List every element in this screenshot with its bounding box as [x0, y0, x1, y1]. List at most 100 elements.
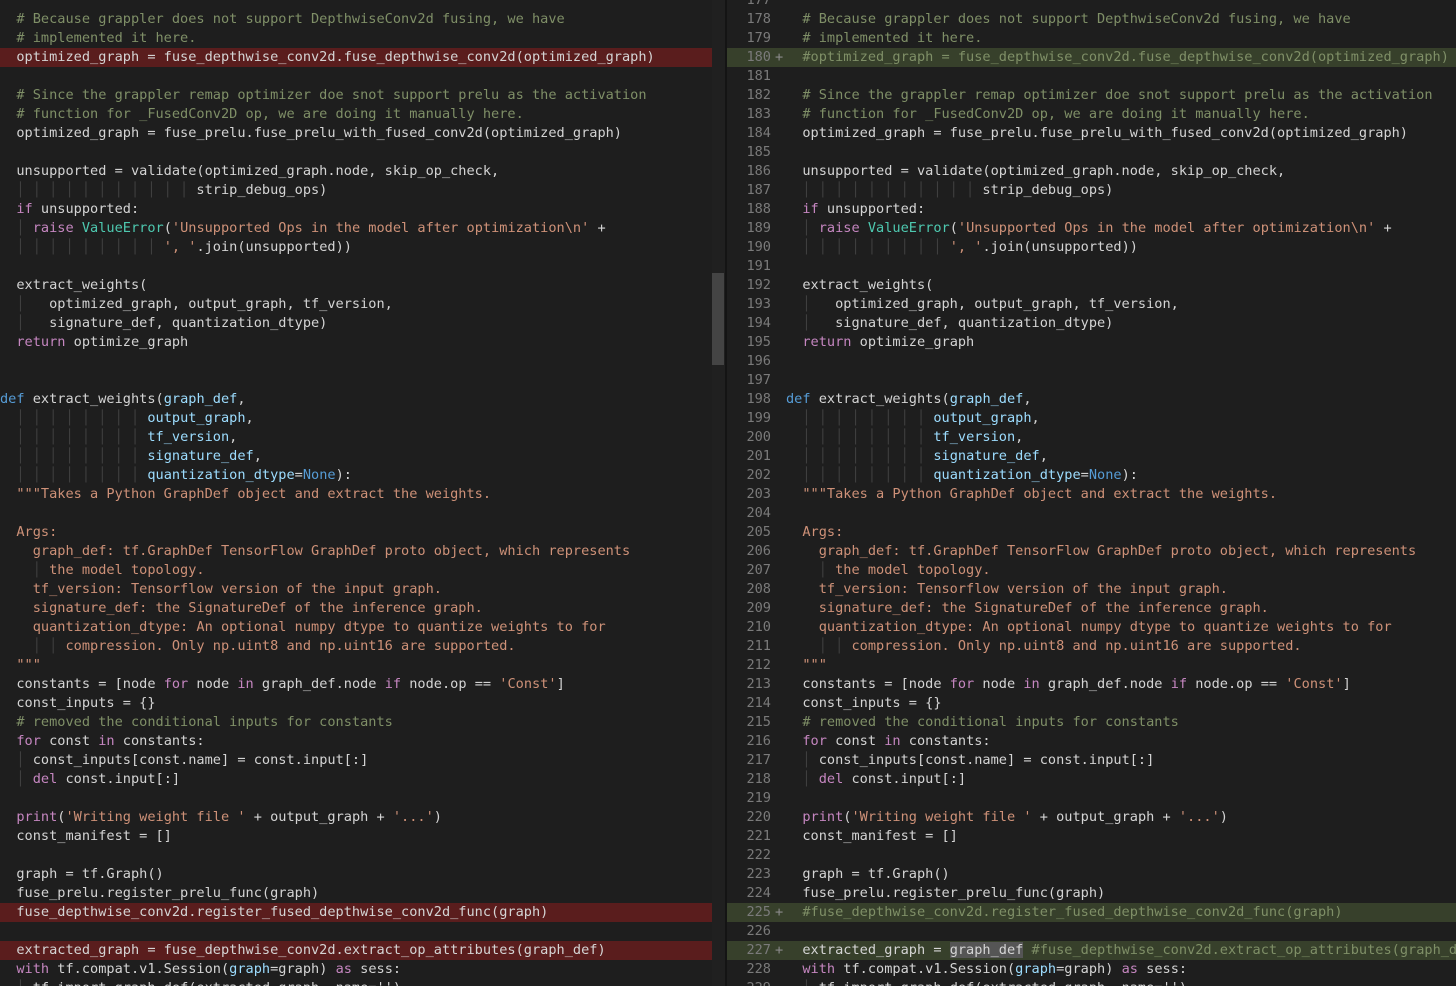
left-code-line[interactable]: extracted_graph = fuse_depthwise_conv2d.…	[0, 941, 712, 960]
left-code-line[interactable]: tf_version: Tensorflow version of the in…	[0, 580, 712, 599]
left-code-line[interactable]: │ signature_def, quantization_dtype)	[0, 314, 712, 333]
right-code-line[interactable]: 183 # function for _FusedConv2D op, we a…	[727, 105, 1456, 124]
left-code-line[interactable]	[0, 67, 712, 86]
left-code-line[interactable]: print('Writing weight file ' + output_gr…	[0, 808, 712, 827]
left-code-line[interactable]: fuse_depthwise_conv2d.register_fused_dep…	[0, 903, 712, 922]
right-code-line[interactable]: 184 optimized_graph = fuse_prelu.fuse_pr…	[727, 124, 1456, 143]
left-code-line[interactable]	[0, 352, 712, 371]
right-code-line[interactable]: 179 # implemented it here.	[727, 29, 1456, 48]
right-code-line[interactable]: 220 print('Writing weight file ' + outpu…	[727, 808, 1456, 827]
right-code-line[interactable]: 198 def extract_weights(graph_def,	[727, 390, 1456, 409]
left-code-line[interactable]: │ │ compression. Only np.uint8 and np.ui…	[0, 637, 712, 656]
right-code-line[interactable]: 219	[727, 789, 1456, 808]
left-code-line[interactable]: """Takes a Python GraphDef object and ex…	[0, 485, 712, 504]
left-code-line[interactable]	[0, 922, 712, 941]
left-code-line[interactable]: │ tf.import_graph_def(extracted_graph, n…	[0, 979, 712, 986]
right-code-line[interactable]: 197	[727, 371, 1456, 390]
right-code-line[interactable]: 206 graph_def: tf.GraphDef TensorFlow Gr…	[727, 542, 1456, 561]
left-code-line[interactable]: │ │ │ │ │ │ │ │ signature_def,	[0, 447, 712, 466]
right-code-line[interactable]: 182 # Since the grappler remap optimizer…	[727, 86, 1456, 105]
right-code-line[interactable]: 180 + #optimized_graph = fuse_depthwise_c…	[727, 48, 1456, 67]
left-code-line[interactable]	[0, 143, 712, 162]
right-code-line[interactable]: 221 const_manifest = []	[727, 827, 1456, 846]
left-code-line[interactable]: quantization_dtype: An optional numpy dt…	[0, 618, 712, 637]
right-code-line[interactable]: 205 Args:	[727, 523, 1456, 542]
right-code-line[interactable]: 202 │ │ │ │ │ │ │ │ quantization_dtype=N…	[727, 466, 1456, 485]
left-pane-scroll-thumb[interactable]	[712, 273, 724, 365]
right-code-line[interactable]: 218 │ del const.input[:]	[727, 770, 1456, 789]
left-code-line[interactable]: if unsupported:	[0, 200, 712, 219]
right-code-line[interactable]: 214 const_inputs = {}	[727, 694, 1456, 713]
left-code-line[interactable]: for const in constants:	[0, 732, 712, 751]
right-code-line[interactable]: 212 """	[727, 656, 1456, 675]
right-code-line[interactable]: 194 │ signature_def, quantization_dtype)	[727, 314, 1456, 333]
left-code-line[interactable]: return optimize_graph	[0, 333, 712, 352]
right-code-line[interactable]: 209 signature_def: the SignatureDef of t…	[727, 599, 1456, 618]
left-code-line[interactable]: │ │ │ │ │ │ │ │ output_graph,	[0, 409, 712, 428]
left-code-line[interactable]	[0, 257, 712, 276]
left-code-line[interactable]: │ │ │ │ │ │ │ │ tf_version,	[0, 428, 712, 447]
right-code-line[interactable]: 224 fuse_prelu.register_prelu_func(graph…	[727, 884, 1456, 903]
right-code-line[interactable]: 193 │ optimized_graph, output_graph, tf_…	[727, 295, 1456, 314]
left-code-line[interactable]	[0, 371, 712, 390]
left-code-line[interactable]: graph = tf.Graph()	[0, 865, 712, 884]
right-code-line[interactable]: 223 graph = tf.Graph()	[727, 865, 1456, 884]
right-code-line[interactable]: 226	[727, 922, 1456, 941]
left-code-line[interactable]: │ del const.input[:]	[0, 770, 712, 789]
left-code-line[interactable]	[0, 789, 712, 808]
left-code-line[interactable]: # Because grappler does not support Dept…	[0, 10, 712, 29]
left-code-line[interactable]: constants = [node for node in graph_def.…	[0, 675, 712, 694]
left-code-line[interactable]: const_inputs = {}	[0, 694, 712, 713]
left-code-line[interactable]: # implemented it here.	[0, 29, 712, 48]
left-code-line[interactable]: extract_weights(	[0, 276, 712, 295]
left-code-line[interactable]: # Since the grappler remap optimizer doe…	[0, 86, 712, 105]
left-code-line[interactable]: optimized_graph = fuse_depthwise_conv2d.…	[0, 48, 712, 67]
left-code-line[interactable]: Args:	[0, 523, 712, 542]
right-code-line[interactable]: 201 │ │ │ │ │ │ │ │ signature_def,	[727, 447, 1456, 466]
right-code-line[interactable]: 199 │ │ │ │ │ │ │ │ output_graph,	[727, 409, 1456, 428]
left-code-line[interactable]: optimized_graph = fuse_prelu.fuse_prelu_…	[0, 124, 712, 143]
right-code-line[interactable]: 208 tf_version: Tensorflow version of th…	[727, 580, 1456, 599]
right-code-line[interactable]: 207 │ the model topology.	[727, 561, 1456, 580]
diff-right-pane[interactable]: 177 178 # Because grappler does not suppo…	[727, 0, 1456, 986]
left-code-line[interactable]: # function for _FusedConv2D op, we are d…	[0, 105, 712, 124]
left-code-line[interactable]	[0, 504, 712, 523]
right-code-line[interactable]: 204	[727, 504, 1456, 523]
right-code-line[interactable]: 191	[727, 257, 1456, 276]
right-code-line[interactable]: 177	[727, 0, 1456, 10]
left-code-line[interactable]: │ raise ValueError('Unsupported Ops in t…	[0, 219, 712, 238]
left-pane-scrollbar[interactable]	[712, 0, 725, 986]
left-code-line[interactable]: # removed the conditional inputs for con…	[0, 713, 712, 732]
right-code-line[interactable]: 195 return optimize_graph	[727, 333, 1456, 352]
left-code-line[interactable]: signature_def: the SignatureDef of the i…	[0, 599, 712, 618]
left-code-line[interactable]: unsupported = validate(optimized_graph.n…	[0, 162, 712, 181]
right-code-line[interactable]: 200 │ │ │ │ │ │ │ │ tf_version,	[727, 428, 1456, 447]
right-code-line[interactable]: 210 quantization_dtype: An optional nump…	[727, 618, 1456, 637]
right-code-line[interactable]: 190 │ │ │ │ │ │ │ │ │ ', '.join(unsuppor…	[727, 238, 1456, 257]
right-code-line[interactable]: 228 with tf.compat.v1.Session(graph=grap…	[727, 960, 1456, 979]
left-code-line[interactable]: │ the model topology.	[0, 561, 712, 580]
right-code-line[interactable]: 217 │ const_inputs[const.name] = const.i…	[727, 751, 1456, 770]
left-code-line[interactable]: def extract_weights(graph_def,	[0, 390, 712, 409]
right-code-line[interactable]: 222	[727, 846, 1456, 865]
left-code-line[interactable]: │ optimized_graph, output_graph, tf_vers…	[0, 295, 712, 314]
left-code-line[interactable]: with tf.compat.v1.Session(graph=graph) a…	[0, 960, 712, 979]
right-code-line[interactable]: 186 unsupported = validate(optimized_gra…	[727, 162, 1456, 181]
right-code-line[interactable]: 211 │ │ compression. Only np.uint8 and n…	[727, 637, 1456, 656]
right-code-line[interactable]: 189 │ raise ValueError('Unsupported Ops …	[727, 219, 1456, 238]
left-code-line[interactable]: """	[0, 656, 712, 675]
right-code-line[interactable]: 187 │ │ │ │ │ │ │ │ │ │ │ strip_debug_op…	[727, 181, 1456, 200]
right-code-line[interactable]: 227 + extracted_graph = graph_def #fuse_d…	[727, 941, 1456, 960]
left-code-line[interactable]: │ │ │ │ │ │ │ │ quantization_dtype=None)…	[0, 466, 712, 485]
right-code-line[interactable]: 185	[727, 143, 1456, 162]
left-code-line[interactable]: │ │ │ │ │ │ │ │ │ │ │ strip_debug_ops)	[0, 181, 712, 200]
left-code-line[interactable]	[0, 846, 712, 865]
right-code-line[interactable]: 215 # removed the conditional inputs for…	[727, 713, 1456, 732]
right-code-line[interactable]: 203 """Takes a Python GraphDef object an…	[727, 485, 1456, 504]
right-code-line[interactable]: 178 # Because grappler does not support …	[727, 10, 1456, 29]
left-code-line[interactable]: fuse_prelu.register_prelu_func(graph)	[0, 884, 712, 903]
right-code-line[interactable]: 216 for const in constants:	[727, 732, 1456, 751]
right-code-line[interactable]: 181	[727, 67, 1456, 86]
right-code-line[interactable]: 213 constants = [node for node in graph_…	[727, 675, 1456, 694]
left-code-line[interactable]: │ │ │ │ │ │ │ │ │ ', '.join(unsupported)…	[0, 238, 712, 257]
